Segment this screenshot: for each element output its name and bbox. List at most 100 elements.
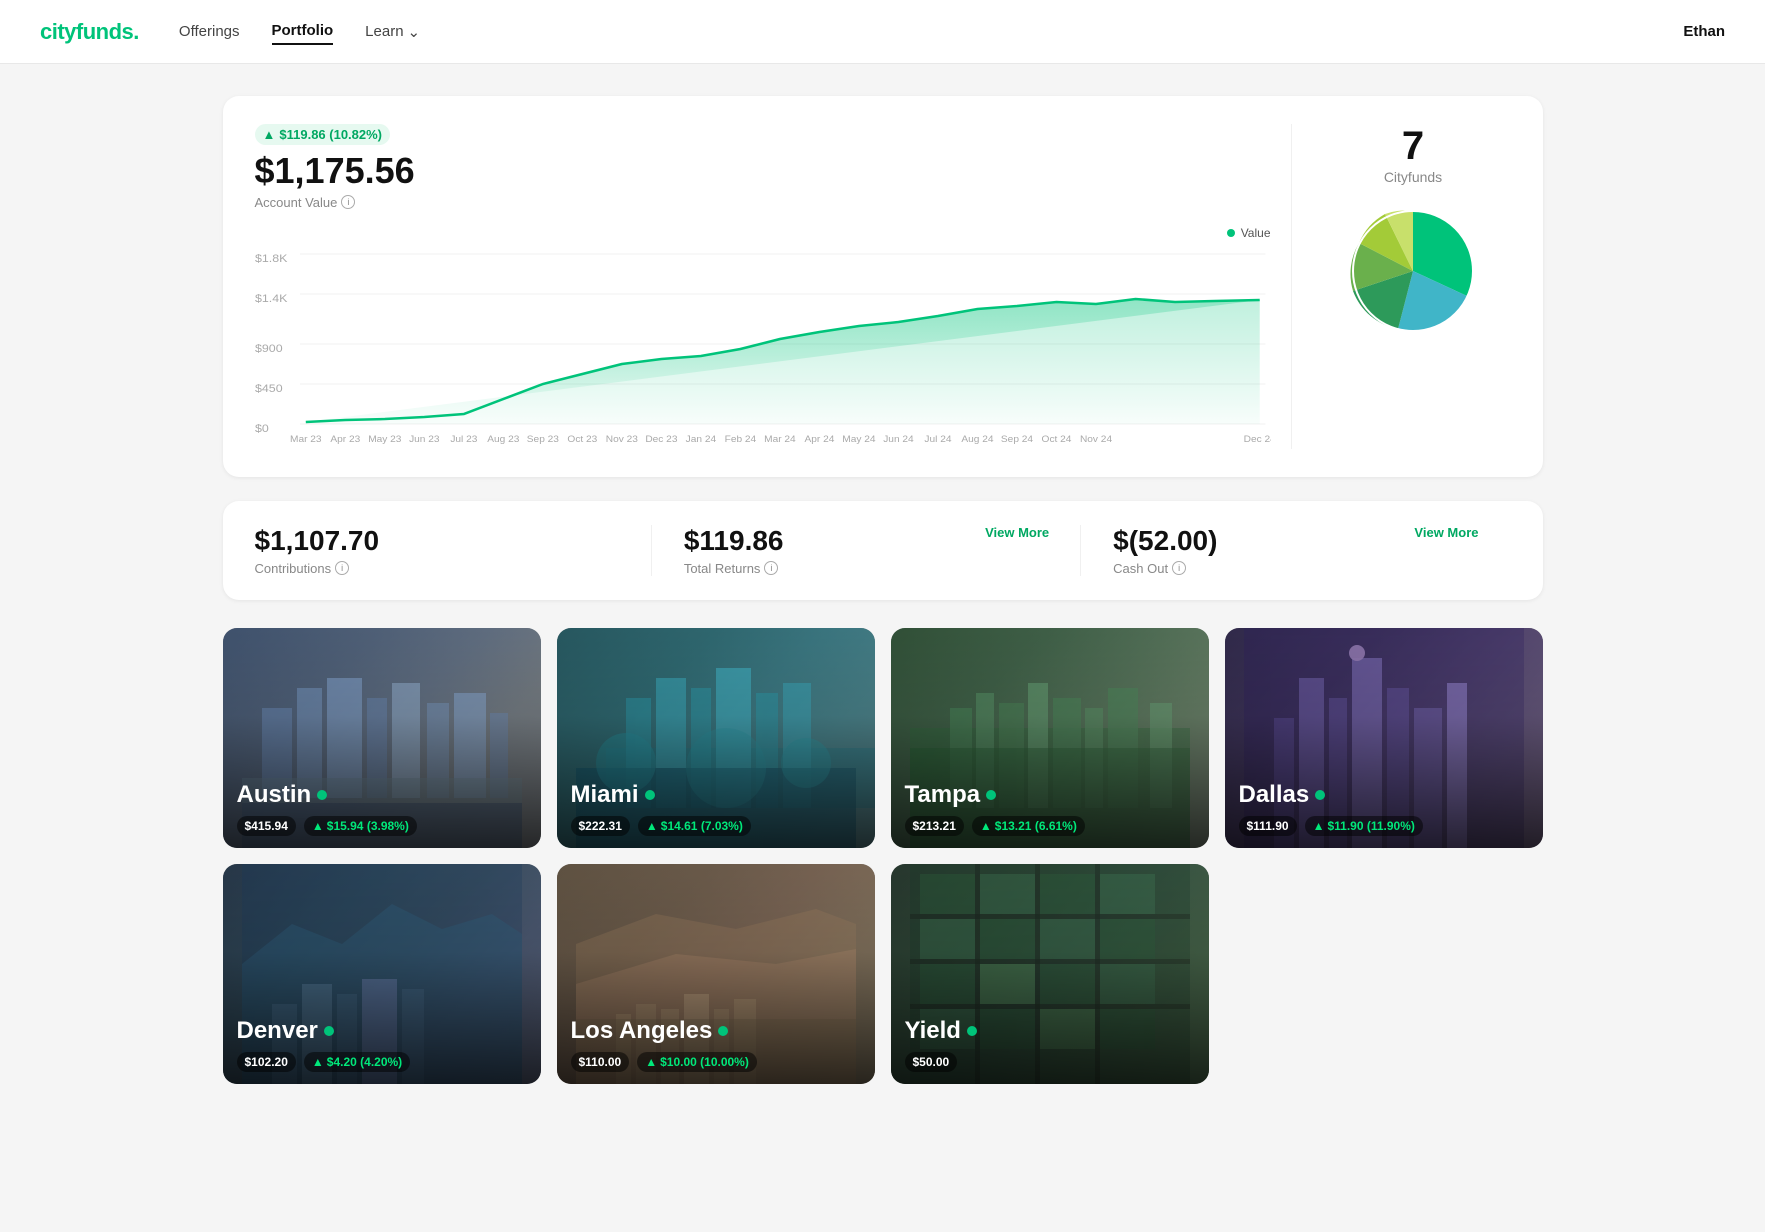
miami-badges: $222.31 ▲ $14.61 (7.03%): [571, 816, 861, 836]
dallas-return: ▲ $11.90 (11.90%): [1305, 816, 1423, 836]
miami-dot: [645, 790, 655, 800]
svg-text:Sep 23: Sep 23: [526, 434, 558, 444]
nav-offerings[interactable]: Offerings: [179, 19, 240, 44]
svg-text:Feb 24: Feb 24: [724, 434, 756, 444]
tampa-return: ▲ $13.21 (6.61%): [972, 816, 1085, 836]
la-name: Los Angeles: [571, 1017, 861, 1046]
user-name: Ethan: [1683, 23, 1725, 40]
contributions-label: Contributions i: [255, 561, 620, 576]
pie-section: 7 Cityfunds: [1291, 124, 1511, 449]
denver-return: ▲ $4.20 (4.20%): [304, 1052, 410, 1072]
svg-text:Jul 24: Jul 24: [924, 434, 952, 444]
city-card-la[interactable]: Los Angeles $110.00 ▲ $10.00 (10.00%): [557, 864, 875, 1084]
svg-text:Dec 23: Dec 23: [645, 434, 677, 444]
miami-return: ▲ $14.61 (7.03%): [638, 816, 751, 836]
cash-out-header: $(52.00) Cash Out i View More: [1113, 525, 1478, 576]
miami-value: $222.31: [571, 816, 630, 836]
logo[interactable]: cityfunds.: [40, 19, 139, 45]
city-card-yield[interactable]: Yield $50.00: [891, 864, 1209, 1084]
denver-value: $102.20: [237, 1052, 296, 1072]
total-returns-value: $119.86: [684, 525, 784, 557]
stat-contributions: $1,107.70 Contributions i: [255, 525, 652, 576]
cash-out-view-more[interactable]: View More: [1414, 525, 1478, 540]
la-badges: $110.00 ▲ $10.00 (10.00%): [571, 1052, 861, 1072]
total-returns-info-icon[interactable]: i: [764, 561, 778, 575]
tampa-value: $213.21: [905, 816, 964, 836]
nav-learn[interactable]: Learn ⌄: [365, 19, 420, 45]
svg-text:Mar 24: Mar 24: [764, 434, 796, 444]
svg-text:Aug 23: Aug 23: [487, 434, 519, 444]
svg-text:Oct 23: Oct 23: [567, 434, 597, 444]
city-card-dallas[interactable]: Dallas $111.90 ▲ $11.90 (11.90%): [1225, 628, 1543, 848]
chart-section: ▲ $119.86 (10.82%) $1,175.56 Account Val…: [255, 124, 1271, 449]
nav-portfolio[interactable]: Portfolio: [272, 18, 334, 45]
svg-text:Jun 24: Jun 24: [883, 434, 914, 444]
svg-text:Nov 24: Nov 24: [1079, 434, 1112, 444]
svg-text:$900: $900: [255, 342, 283, 354]
contributions-value: $1,107.70: [255, 525, 620, 557]
city-card-tampa[interactable]: Tampa $213.21 ▲ $13.21 (6.61%): [891, 628, 1209, 848]
stat-total-returns: $119.86 Total Returns i View More: [652, 525, 1081, 576]
la-return: ▲ $10.00 (10.00%): [637, 1052, 757, 1072]
cash-out-value: $(52.00): [1113, 525, 1217, 557]
austin-badges: $415.94 ▲ $15.94 (3.98%): [237, 816, 527, 836]
cash-out-info-icon[interactable]: i: [1172, 561, 1186, 575]
svg-text:Mar 23: Mar 23: [290, 434, 322, 444]
city-card-miami[interactable]: Miami $222.31 ▲ $14.61 (7.03%): [557, 628, 875, 848]
svg-text:$1.4K: $1.4K: [255, 292, 288, 304]
austin-name-text: Austin: [237, 781, 312, 810]
main-content: ▲ $119.86 (10.82%) $1,175.56 Account Val…: [183, 64, 1583, 1116]
denver-dot: [324, 1026, 334, 1036]
account-label: Account Value i: [255, 195, 1271, 210]
tampa-name-text: Tampa: [905, 781, 981, 810]
la-info: Los Angeles $110.00 ▲ $10.00 (10.00%): [557, 1005, 875, 1084]
stat-cash-out: $(52.00) Cash Out i View More: [1081, 525, 1510, 576]
pie-chart-svg: [1343, 201, 1483, 341]
svg-text:Jul 23: Jul 23: [450, 434, 477, 444]
svg-text:Apr 24: Apr 24: [804, 434, 835, 444]
cash-out-label: Cash Out i: [1113, 561, 1217, 576]
miami-info: Miami $222.31 ▲ $14.61 (7.03%): [557, 769, 875, 848]
yield-info: Yield $50.00: [891, 1005, 1209, 1084]
pie-count: 7: [1402, 124, 1424, 169]
portfolio-chart: $1.8K $1.4K $900 $450 $0: [255, 244, 1271, 444]
gain-arrow-icon: ▲: [263, 127, 276, 142]
tampa-name: Tampa: [905, 781, 1195, 810]
dallas-value: $111.90: [1239, 816, 1297, 836]
total-returns-view-more[interactable]: View More: [985, 525, 1049, 540]
miami-name: Miami: [571, 781, 861, 810]
denver-name: Denver: [237, 1017, 527, 1046]
svg-text:$0: $0: [255, 422, 269, 434]
account-value-info-icon[interactable]: i: [341, 195, 355, 209]
chevron-down-icon: ⌄: [408, 23, 421, 41]
stats-row: $1,107.70 Contributions i $119.86 Total …: [223, 501, 1543, 600]
legend-dot: [1227, 229, 1235, 237]
dallas-name-text: Dallas: [1239, 781, 1310, 810]
city-card-denver[interactable]: Denver $102.20 ▲ $4.20 (4.20%): [223, 864, 541, 1084]
dallas-badges: $111.90 ▲ $11.90 (11.90%): [1239, 816, 1529, 836]
gain-badge-text: $119.86 (10.82%): [279, 127, 382, 142]
miami-name-text: Miami: [571, 781, 639, 810]
chart-legend: Value: [255, 226, 1271, 240]
svg-text:Jan 24: Jan 24: [685, 434, 716, 444]
svg-text:Jun 23: Jun 23: [409, 434, 439, 444]
chart-wrapper: Value $1.8K $1.4K $900 $450 $0: [255, 226, 1271, 449]
contributions-info-icon[interactable]: i: [335, 561, 349, 575]
svg-text:May 24: May 24: [842, 434, 876, 444]
tampa-dot: [986, 790, 996, 800]
logo-text: cityfunds.: [40, 19, 139, 44]
la-value: $110.00: [571, 1052, 630, 1072]
austin-return: ▲ $15.94 (3.98%): [304, 816, 417, 836]
city-card-austin[interactable]: Austin $415.94 ▲ $15.94 (3.98%): [223, 628, 541, 848]
dallas-info: Dallas $111.90 ▲ $11.90 (11.90%): [1225, 769, 1543, 848]
austin-value: $415.94: [237, 816, 296, 836]
tampa-badges: $213.21 ▲ $13.21 (6.61%): [905, 816, 1195, 836]
denver-name-text: Denver: [237, 1017, 318, 1046]
navbar: cityfunds. Offerings Portfolio Learn ⌄ E…: [0, 0, 1765, 64]
yield-badges: $50.00: [905, 1052, 1195, 1072]
svg-text:$450: $450: [255, 382, 283, 394]
account-value: $1,175.56: [255, 151, 1271, 191]
dallas-dot: [1315, 790, 1325, 800]
yield-value: $50.00: [905, 1052, 958, 1072]
total-returns-header: $119.86 Total Returns i View More: [684, 525, 1049, 576]
